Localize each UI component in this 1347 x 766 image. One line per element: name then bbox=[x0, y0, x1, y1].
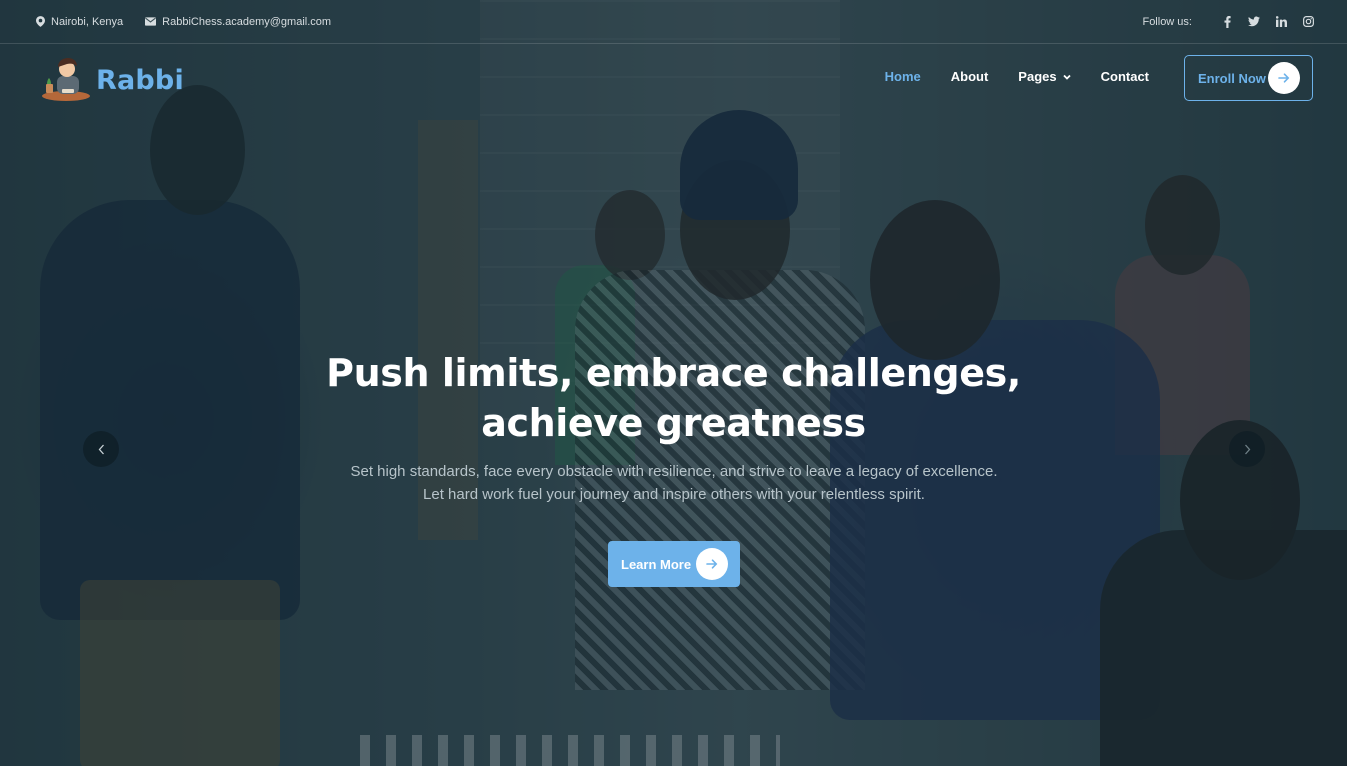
nav-item-pages-label: Pages bbox=[1018, 69, 1057, 84]
instagram-icon[interactable] bbox=[1302, 16, 1314, 28]
top-bar: Nairobi, Kenya RabbiChess.academy@gmail.… bbox=[0, 0, 1347, 44]
hero-headline: Push limits, embrace challenges, achieve… bbox=[0, 348, 1347, 448]
linkedin-icon[interactable] bbox=[1275, 16, 1287, 28]
location-text: Nairobi, Kenya bbox=[51, 15, 124, 28]
envelope-icon bbox=[145, 17, 157, 26]
nav-item-home[interactable]: Home bbox=[885, 69, 921, 84]
nav-menu: Home About Pages Contact bbox=[855, 69, 1149, 84]
location-info: Nairobi, Kenya bbox=[36, 16, 123, 28]
main-navbar: Rabbi Home About Pages Contact Enroll No… bbox=[0, 44, 1347, 111]
map-pin-icon bbox=[36, 16, 45, 27]
twitter-icon[interactable] bbox=[1248, 16, 1260, 28]
hero-headline-line-2: achieve greatness bbox=[481, 401, 866, 445]
hero-subtext: Set high standards, face every obstacle … bbox=[350, 463, 998, 503]
brand-name: Rabbi bbox=[96, 64, 184, 96]
social-links bbox=[1206, 15, 1314, 28]
chess-player-logo-icon bbox=[40, 56, 92, 104]
enroll-now-button[interactable]: Enroll Now bbox=[1184, 55, 1313, 101]
arrow-right-icon bbox=[1268, 62, 1300, 94]
nav-item-about[interactable]: About bbox=[951, 69, 989, 84]
hero-headline-line-1: Push limits, embrace challenges, bbox=[326, 351, 1021, 395]
facebook-icon[interactable] bbox=[1221, 15, 1233, 28]
chevron-down-icon bbox=[1062, 74, 1071, 80]
email-text[interactable]: RabbiChess.academy@gmail.com bbox=[162, 16, 331, 28]
nav-item-contact[interactable]: Contact bbox=[1101, 69, 1149, 84]
email-info[interactable]: RabbiChess.academy@gmail.com bbox=[145, 16, 331, 28]
site-logo[interactable]: Rabbi bbox=[40, 56, 184, 104]
learn-more-button[interactable]: Learn More bbox=[608, 541, 740, 587]
enroll-now-label: Enroll Now bbox=[1198, 70, 1266, 86]
nav-item-pages[interactable]: Pages bbox=[1018, 69, 1071, 84]
follow-us-label: Follow us: bbox=[1142, 15, 1192, 28]
learn-more-label: Learn More bbox=[621, 556, 692, 572]
arrow-right-icon bbox=[696, 548, 728, 580]
